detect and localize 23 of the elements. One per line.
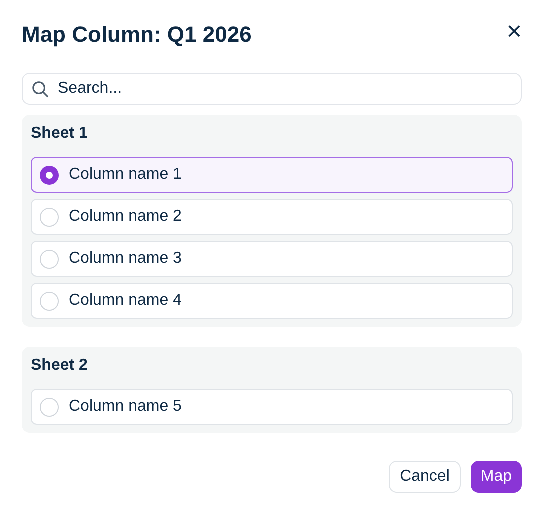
column-label: Column name 4 xyxy=(69,291,182,311)
sheet-heading: Sheet 2 xyxy=(31,356,89,376)
column-option[interactable]: Column name 3 xyxy=(31,241,513,277)
radio-button[interactable] xyxy=(40,208,59,226)
column-label: Column name 3 xyxy=(69,249,182,269)
column-label: Column name 5 xyxy=(69,397,182,417)
radio-button[interactable] xyxy=(40,166,59,184)
radio-button[interactable] xyxy=(40,250,59,268)
column-option[interactable]: Column name 4 xyxy=(31,283,513,319)
sheet-heading: Sheet 1 xyxy=(31,124,89,144)
search-icon xyxy=(32,81,49,98)
radio-button[interactable] xyxy=(40,292,59,310)
cancel-button[interactable]: Cancel xyxy=(389,461,461,493)
map-button[interactable]: Map xyxy=(470,461,522,493)
column-option[interactable]: Column name 2 xyxy=(31,199,513,235)
close-button[interactable]: × xyxy=(502,18,526,44)
column-option[interactable]: Column name 5 xyxy=(31,389,513,425)
column-label: Column name 2 xyxy=(69,207,182,227)
radio-button[interactable] xyxy=(40,398,59,416)
search-field[interactable]: Search... xyxy=(22,73,522,105)
column-option[interactable]: Column name 1 xyxy=(31,157,513,193)
column-label: Column name 1 xyxy=(69,165,182,185)
dialog-title: Map Column: Q1 2026 xyxy=(22,21,252,49)
